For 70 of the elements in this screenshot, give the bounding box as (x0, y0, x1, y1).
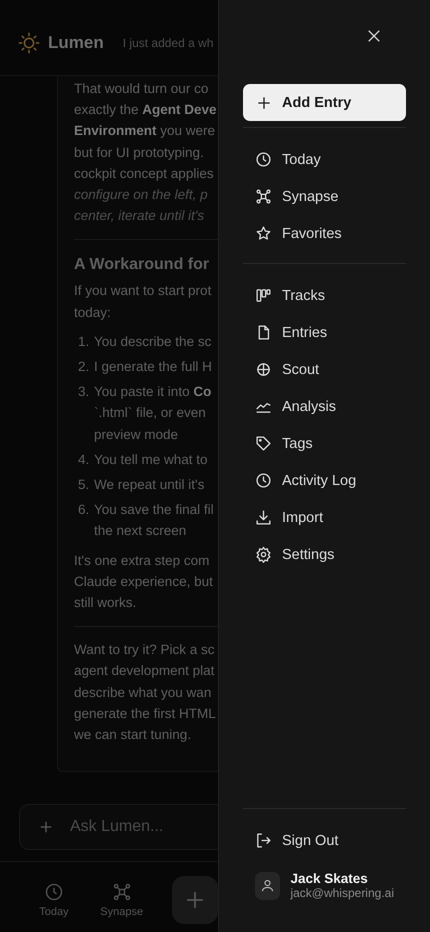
gear-icon (255, 546, 272, 563)
text-line: I generate the full H (94, 358, 212, 376)
conversation-title: I just added a wh (122, 36, 214, 50)
menu-item[interactable]: Tags (243, 425, 406, 462)
board-icon (255, 287, 272, 304)
text-line: the next screen (94, 522, 188, 540)
network-icon (255, 188, 272, 205)
crosshair-icon (255, 361, 272, 378)
sun-icon (18, 32, 40, 54)
text-line: preview mode (94, 426, 180, 444)
text-line: but for UI prototyping. (74, 144, 205, 162)
text-line: today: (74, 304, 112, 322)
text-line: configure on the left, p (74, 186, 209, 204)
menu-item[interactable]: Tracks (243, 277, 406, 314)
sign-out-button[interactable]: Sign Out (243, 822, 406, 859)
text-line: You paste it into Co (94, 383, 212, 402)
network-icon (112, 882, 132, 902)
menu-item[interactable]: Synapse (243, 178, 406, 215)
list-number: 4. (78, 450, 90, 469)
text-line: exactly the Agent Deve (74, 101, 218, 120)
list-number: 6. (78, 501, 90, 520)
user-name: Jack Skates (290, 871, 369, 886)
text-line: center, iterate until it's (74, 207, 206, 226)
download-icon (255, 509, 272, 526)
user-email: jack@whispering.ai (290, 886, 394, 900)
text-line: describe what you wan (74, 684, 212, 702)
list-number: 1. (78, 332, 90, 351)
menu-item[interactable]: Entries (243, 314, 406, 351)
text-line: You save the final fil (94, 501, 214, 520)
text-line: cockpit concept applies (74, 164, 215, 183)
text-line: generate the first HTML (74, 704, 217, 723)
text-line: Claude experience, but (74, 572, 214, 591)
text-line: You tell me what to (94, 450, 208, 469)
text-line: agent development plat (74, 662, 216, 680)
app-name: Lumen (48, 32, 104, 52)
plus-icon (186, 891, 204, 909)
text-line: You describe the sc (94, 332, 212, 351)
clock-icon (44, 882, 64, 902)
text-line: That would turn our co (74, 80, 210, 98)
list-number: 5. (78, 476, 90, 494)
message-input[interactable]: Ask Lumen... (19, 804, 218, 850)
text-line: If you want to start prot (74, 282, 212, 300)
text-line: Want to try it? Pick a sc (74, 641, 216, 660)
plus-icon (257, 96, 271, 110)
list-number: 3. (78, 383, 90, 402)
section-heading: A Workaround for (74, 256, 210, 274)
menu-item[interactable]: Today (243, 141, 406, 178)
text-line: We repeat until it's (94, 476, 204, 494)
text-line: we can start tuning. (74, 726, 192, 744)
text-line: `.html` file, or even (94, 404, 207, 422)
list-number: 2. (78, 358, 90, 376)
add-entry-button[interactable]: Add Entry (243, 84, 406, 121)
menu-item[interactable]: Settings (243, 536, 406, 573)
close-icon (367, 29, 381, 43)
menu-item[interactable]: Favorites (243, 215, 406, 252)
text-line: It's one extra step com (74, 552, 210, 570)
clock-icon (255, 472, 272, 489)
clock-icon (255, 151, 272, 168)
text-line: still works. (74, 594, 138, 612)
sign-out-icon (255, 832, 272, 849)
text-line: Environment you were (74, 122, 216, 140)
plus-icon[interactable] (39, 820, 53, 834)
menu-item[interactable]: Scout (243, 351, 406, 388)
menu-item[interactable]: Import (243, 499, 406, 536)
star-icon (255, 225, 272, 242)
user-icon (260, 878, 276, 893)
add-button[interactable] (172, 876, 218, 924)
menu-item[interactable]: Activity Log (243, 462, 406, 499)
tag-icon (255, 435, 272, 452)
menu-item[interactable]: Analysis (243, 388, 406, 425)
